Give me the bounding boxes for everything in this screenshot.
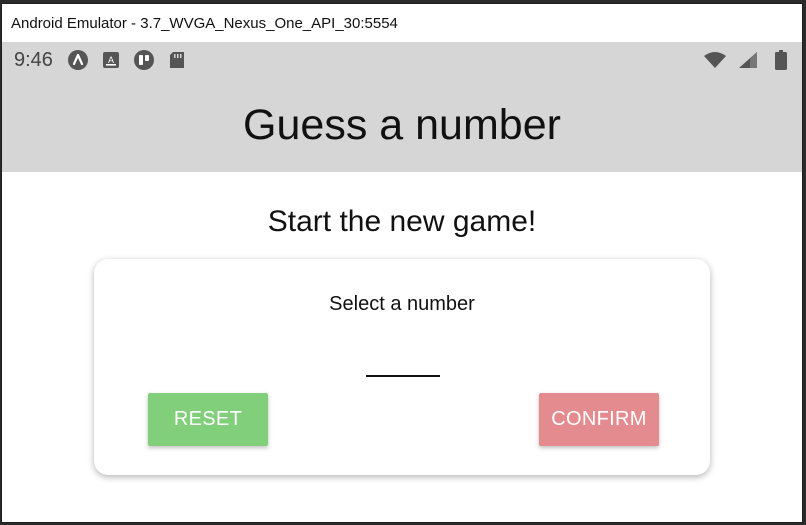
window-titlebar[interactable]: Android Emulator - 3.7_WVGA_Nexus_One_AP… [2, 4, 802, 42]
window-title: Android Emulator - 3.7_WVGA_Nexus_One_AP… [11, 14, 398, 32]
wifi-icon [704, 49, 726, 71]
app-title: Guess a number [243, 100, 561, 149]
start-game-screen: Start the new game! Select a number RESE… [2, 172, 802, 522]
reset-button[interactable]: RESET [148, 393, 268, 446]
sd-card-icon [166, 49, 188, 71]
confirm-button[interactable]: CONFIRM [539, 393, 659, 446]
svg-text:A: A [108, 55, 114, 65]
select-number-label: Select a number [329, 293, 475, 315]
screen-subtitle: Start the new game! [267, 205, 537, 238]
text-icon: A [100, 49, 122, 71]
status-time: 9:46 [14, 48, 53, 71]
number-input-card: Select a number RESET CONFIRM [94, 259, 710, 475]
number-input[interactable] [366, 347, 440, 377]
tablet-icon [133, 49, 155, 71]
app-icon [67, 49, 89, 71]
app-header: Guess a number [2, 78, 802, 172]
emulator-window: Android Emulator - 3.7_WVGA_Nexus_One_AP… [1, 3, 803, 523]
battery-icon [770, 49, 792, 71]
signal-icon [737, 49, 759, 71]
android-status-bar: 9:46 A [2, 42, 802, 78]
